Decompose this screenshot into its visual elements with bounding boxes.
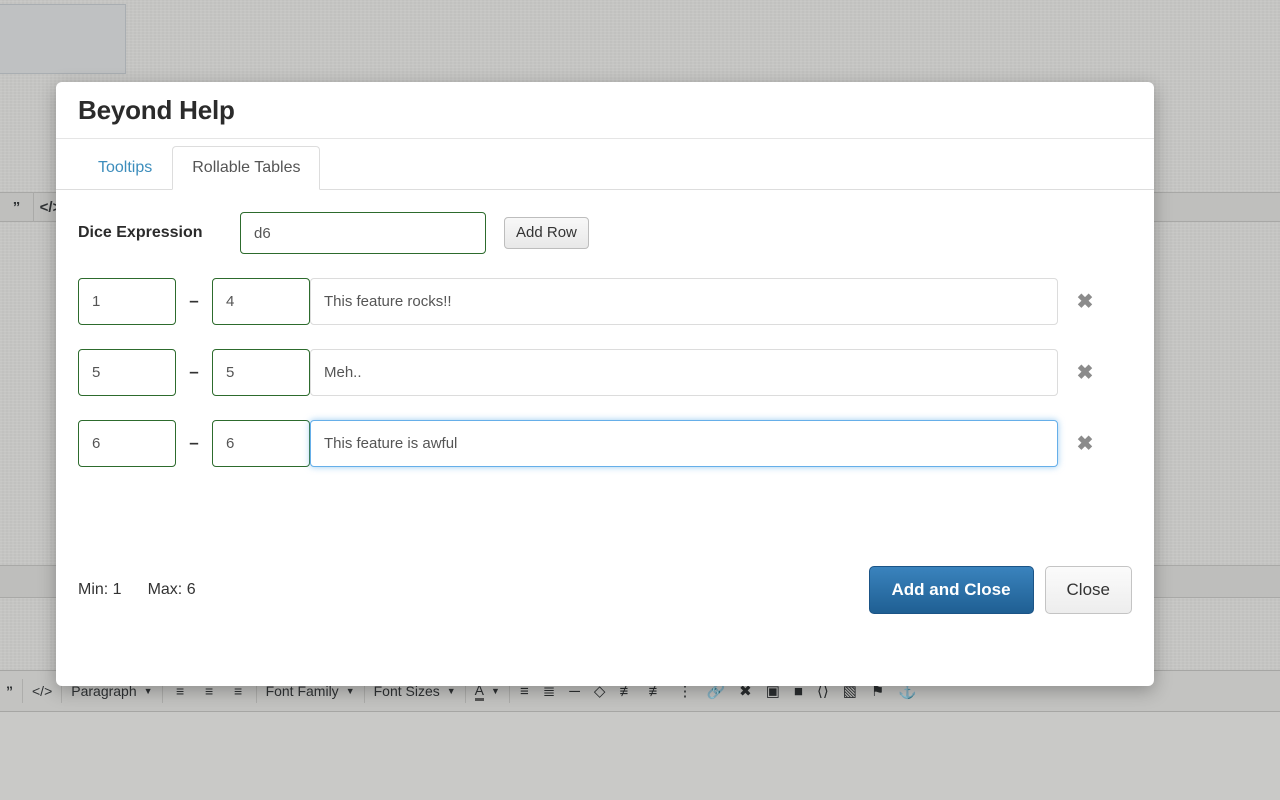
max-label: Max: 6	[148, 581, 196, 599]
table-row: – ✖	[78, 419, 1132, 467]
table-row: – ✖	[78, 277, 1132, 325]
close-icon[interactable]: ✖	[1072, 430, 1098, 456]
background-footer-area	[0, 712, 1280, 800]
row-text-input-focused[interactable]	[310, 420, 1058, 467]
close-button[interactable]: Close	[1045, 566, 1132, 614]
background-card	[0, 4, 126, 74]
beyond-help-dialog: Beyond Help Tooltips Rollable Tables Dic…	[56, 82, 1154, 686]
close-icon[interactable]: ✖	[1072, 359, 1098, 385]
dice-expression-label: Dice Expression	[78, 224, 240, 242]
range-separator: –	[176, 433, 212, 453]
min-label: Min: 1	[78, 581, 122, 599]
quote-icon-bottom[interactable]: ”	[0, 678, 19, 704]
page-title: Beyond Help	[78, 95, 235, 126]
tab-rollable-tables[interactable]: Rollable Tables	[172, 146, 320, 190]
rollable-table-rows: – ✖ – ✖ – ✖	[78, 277, 1132, 467]
range-separator: –	[176, 362, 212, 382]
code-icon-bottom[interactable]: </>	[26, 678, 58, 704]
chevron-down-icon: ▼	[447, 686, 456, 696]
toolbar-separator	[22, 679, 23, 703]
tab-bar: Tooltips Rollable Tables	[56, 139, 1154, 190]
add-row-button[interactable]: Add Row	[504, 217, 589, 249]
dialog-header: Beyond Help	[56, 82, 1154, 139]
footer-buttons: Add and Close Close	[869, 566, 1132, 614]
tab-tooltips[interactable]: Tooltips	[78, 146, 172, 190]
row-max-input[interactable]	[212, 420, 310, 467]
chevron-down-icon: ▼	[491, 686, 500, 696]
dialog-footer: Min: 1 Max: 6 Add and Close Close	[56, 542, 1154, 638]
row-max-input[interactable]	[212, 349, 310, 396]
quote-icon[interactable]: ”	[0, 192, 34, 222]
screen: ” </> ” </> Paragraph ▼ ≡ ≡ ≡ Font Famil…	[0, 0, 1280, 800]
row-min-input[interactable]	[78, 420, 176, 467]
dice-expression-input[interactable]	[240, 212, 486, 254]
row-text-input[interactable]	[310, 349, 1058, 396]
row-max-input[interactable]	[212, 278, 310, 325]
dialog-body: Dice Expression Add Row – ✖ – ✖	[56, 190, 1154, 638]
row-min-input[interactable]	[78, 278, 176, 325]
chevron-down-icon: ▼	[144, 686, 153, 696]
chevron-down-icon: ▼	[346, 686, 355, 696]
row-min-input[interactable]	[78, 349, 176, 396]
range-summary: Min: 1 Max: 6	[78, 581, 196, 599]
close-icon[interactable]: ✖	[1072, 288, 1098, 314]
add-and-close-button[interactable]: Add and Close	[869, 566, 1034, 614]
table-row: – ✖	[78, 348, 1132, 396]
range-separator: –	[176, 291, 212, 311]
dice-expression-row: Dice Expression Add Row	[78, 212, 1132, 254]
row-text-input[interactable]	[310, 278, 1058, 325]
